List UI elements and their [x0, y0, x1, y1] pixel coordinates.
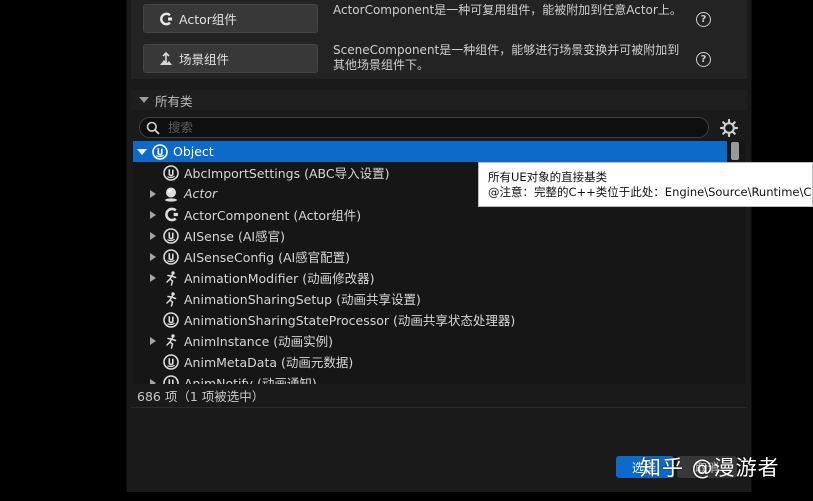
expander[interactable]	[147, 273, 159, 282]
tooltip: 所有UE对象的直接基类 @注意：完整的C++类位于此处：Engine\Sourc…	[478, 162, 813, 207]
unreal-logo-icon	[151, 143, 169, 161]
tree-row[interactable]: AnimationSharingStateProcessor (动画共享状态处理…	[133, 309, 727, 330]
search-input[interactable]	[168, 120, 688, 135]
running-figure-icon	[162, 290, 180, 308]
tree-row[interactable]: AISense (AI感官)	[133, 225, 727, 246]
tree-row[interactable]: AISenseConfig (AI感官配置)	[133, 246, 727, 267]
chevron-right-icon	[150, 210, 156, 219]
unreal-logo-icon	[162, 353, 180, 371]
tree-row-label: Object	[173, 144, 214, 159]
scrollbar-thumb[interactable]	[731, 142, 739, 160]
scene-component-description: SceneComponent是一种组件，能够进行场景变换并可被附加到其他场景组件…	[333, 43, 680, 72]
unreal-logo-icon	[162, 227, 180, 245]
expander[interactable]	[147, 336, 159, 345]
chevron-right-icon	[150, 252, 156, 261]
expander[interactable]	[136, 148, 148, 155]
help-icon[interactable]: ?	[696, 52, 711, 67]
tree-row-label: AnimationSharingStateProcessor (动画共享状态处理…	[184, 313, 516, 328]
component-c-icon	[158, 11, 174, 27]
tree-row-label: AISense (AI感官)	[184, 229, 285, 244]
scene-component-label: 场景组件	[179, 52, 230, 67]
actor-component-label: Actor组件	[179, 12, 237, 27]
all-classes-title: 所有类	[155, 93, 193, 109]
tree-row[interactable]: AnimMetaData (动画元数据)	[133, 351, 727, 372]
expander[interactable]	[147, 189, 159, 198]
expander[interactable]	[147, 378, 159, 384]
common-classes: Actor组件 ActorComponent是一种可复用组件，能被附加到任意Ac…	[131, 0, 747, 79]
unreal-logo-icon	[162, 164, 180, 182]
divider	[131, 407, 747, 408]
help-icon[interactable]: ?	[696, 12, 711, 27]
expander[interactable]	[147, 252, 159, 261]
tree-row[interactable]: AnimationModifier (动画修改器)	[133, 267, 727, 288]
running-figure-icon	[162, 269, 180, 287]
actor-component-button[interactable]: Actor组件	[143, 4, 318, 33]
chevron-right-icon	[150, 336, 156, 345]
tree-row[interactable]: AnimInstance (动画实例)	[133, 330, 727, 351]
actor-sphere-icon	[162, 185, 180, 203]
tooltip-line-2: @注意：完整的C++类位于此处：Engine\Source\Runtime\Co	[488, 185, 813, 199]
tree-row-label: AnimNotify (动画通知)	[184, 376, 317, 384]
actor-component-description: ActorComponent是一种可复用组件，能被附加到任意Actor上。	[333, 3, 682, 17]
search-icon	[146, 121, 160, 135]
expander[interactable]	[147, 210, 159, 219]
item-count-status: 686 项（1 项被选中）	[137, 389, 265, 404]
tree-row-label: AnimInstance (动画实例)	[184, 334, 334, 349]
tooltip-line-1: 所有UE对象的直接基类	[488, 170, 608, 184]
tree-row-label: Actor	[184, 186, 218, 201]
tree-row[interactable]: ActorComponent (Actor组件)	[133, 204, 727, 225]
collapse-arrow-icon	[139, 97, 149, 103]
tree-row-label: AbcImportSettings (ABC导入设置)	[184, 166, 390, 181]
component-c-icon	[162, 206, 180, 224]
gear-icon[interactable]	[719, 118, 739, 138]
scene-component-icon	[158, 51, 174, 67]
unreal-logo-icon	[162, 248, 180, 266]
tree-row-label: AISenseConfig (AI感官配置)	[184, 250, 351, 265]
common-class-row-scene-component: 场景组件 SceneComponent是一种组件，能够进行场景变换并可被附加到其…	[131, 40, 747, 78]
chevron-right-icon	[150, 231, 156, 240]
chevron-down-icon	[137, 148, 147, 155]
class-search-box[interactable]	[139, 117, 709, 138]
tree-row[interactable]: Object	[133, 141, 727, 162]
tree-row[interactable]: AnimNotify (动画通知)	[133, 372, 727, 384]
common-class-row-actor-component: Actor组件 ActorComponent是一种可复用组件，能被附加到任意Ac…	[131, 0, 747, 38]
unreal-logo-icon	[162, 311, 180, 329]
chevron-right-icon	[150, 378, 156, 384]
tree-row-label: AnimationSharingSetup (动画共享设置)	[184, 292, 421, 307]
expander[interactable]	[147, 231, 159, 240]
running-figure-icon	[162, 332, 180, 350]
all-classes-header[interactable]: 所有类	[131, 90, 747, 110]
chevron-right-icon	[150, 189, 156, 198]
tree-row[interactable]: AnimationSharingSetup (动画共享设置)	[133, 288, 727, 309]
tree-row-label: AnimationModifier (动画修改器)	[184, 271, 375, 286]
chevron-right-icon	[150, 273, 156, 282]
tree-row-label: ActorComponent (Actor组件)	[184, 208, 362, 223]
class-picker-panel: Actor组件 ActorComponent是一种可复用组件，能被附加到任意Ac…	[126, 0, 752, 492]
watermark: 知乎 @漫游者	[640, 456, 780, 480]
scene-component-button[interactable]: 场景组件	[143, 44, 318, 73]
unreal-logo-icon	[162, 374, 180, 384]
tree-row-label: AnimMetaData (动画元数据)	[184, 355, 354, 370]
